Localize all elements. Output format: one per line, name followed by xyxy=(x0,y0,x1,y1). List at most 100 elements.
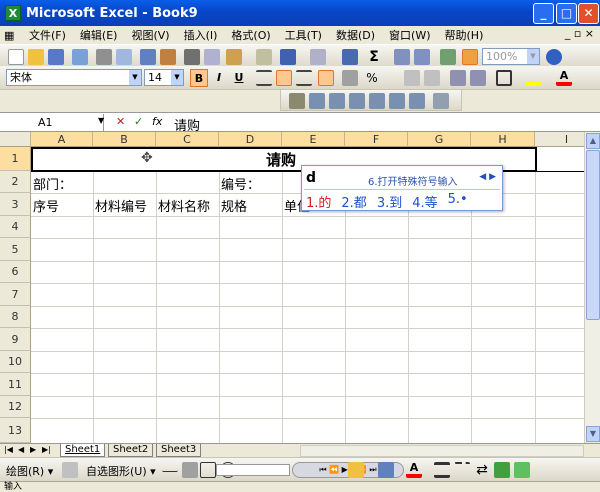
options-icon[interactable] xyxy=(433,93,449,109)
row-header-2[interactable]: 2 xyxy=(0,171,31,193)
menu-data[interactable]: 数据(D) xyxy=(329,27,382,43)
percent-icon[interactable]: % xyxy=(364,70,380,86)
row-header-6[interactable]: 6 xyxy=(0,261,31,283)
fill-color-draw-icon[interactable] xyxy=(348,462,364,478)
select-arrow-icon[interactable] xyxy=(62,462,78,478)
align-right-icon[interactable] xyxy=(296,70,312,86)
row-header-12[interactable]: 12 xyxy=(0,396,31,418)
permission-icon[interactable] xyxy=(72,49,88,65)
bold-button[interactable]: B xyxy=(190,69,208,87)
format-painter-icon[interactable] xyxy=(256,49,272,65)
scroll-thumb[interactable] xyxy=(586,150,600,320)
redo-icon[interactable] xyxy=(310,49,326,65)
next-sheet-icon[interactable]: ▶ xyxy=(30,445,36,454)
workbook-icon[interactable]: ▦ xyxy=(0,29,22,42)
shape-tool-icon-4[interactable] xyxy=(369,93,385,109)
3d-icon[interactable] xyxy=(514,462,530,478)
print-icon[interactable] xyxy=(96,49,112,65)
workbook-window-controls[interactable]: _ ▫ × xyxy=(565,27,594,40)
menu-insert[interactable]: 插入(I) xyxy=(177,27,225,43)
select-objects-icon[interactable] xyxy=(289,93,305,109)
cell-a3[interactable]: 序号 xyxy=(33,196,59,215)
ime-candidate[interactable]: 5.• xyxy=(448,192,468,211)
menu-tools[interactable]: 工具(T) xyxy=(278,27,329,43)
horizontal-scrollbar[interactable] xyxy=(300,445,584,457)
row-header-1[interactable]: 1 xyxy=(0,147,31,171)
sort-ascending-icon[interactable] xyxy=(394,49,410,65)
new-icon[interactable] xyxy=(8,49,24,65)
save-icon[interactable] xyxy=(48,49,64,65)
print-preview-icon[interactable] xyxy=(116,49,132,65)
prev-sheet-icon[interactable]: ◀ xyxy=(18,445,24,454)
menu-help[interactable]: 帮助(H) xyxy=(438,27,491,43)
row-header-5[interactable]: 5 xyxy=(0,238,31,261)
zoom-slider[interactable] xyxy=(216,464,290,476)
ime-page-nav-icon[interactable]: ◀ ▶ xyxy=(479,172,496,182)
sheet-tab-1[interactable]: Sheet1 xyxy=(60,444,106,457)
font-name-combo[interactable]: 宋体 ▼ xyxy=(6,69,142,86)
dash-style-icon[interactable] xyxy=(454,462,470,478)
draw-menu-button[interactable]: 绘图(R) ▾ xyxy=(6,463,53,479)
autoshapes-menu-button[interactable]: 自选图形(U) ▾ xyxy=(86,463,156,479)
ime-candidate[interactable]: 1.的 xyxy=(306,192,331,211)
first-sheet-icon[interactable]: |◀ xyxy=(4,445,13,454)
italic-button[interactable]: I xyxy=(210,69,228,87)
borders-icon[interactable] xyxy=(496,70,512,86)
cell-c3[interactable]: 材料名称 xyxy=(158,196,210,215)
name-box-dropdown-icon[interactable]: ▼ xyxy=(98,116,104,125)
decrease-decimal-icon[interactable] xyxy=(424,70,440,86)
row-header-3[interactable]: 3 xyxy=(0,193,31,216)
col-header-b[interactable]: B xyxy=(93,132,156,147)
enter-icon[interactable]: ✓ xyxy=(134,115,143,128)
copy-icon[interactable] xyxy=(204,49,220,65)
scroll-down-icon[interactable]: ▼ xyxy=(586,426,600,442)
shape-tool-icon-2[interactable] xyxy=(329,93,345,109)
rectangle-tool-icon[interactable] xyxy=(200,462,216,478)
cell-d2[interactable]: 编号： xyxy=(221,174,260,193)
insert-function-icon[interactable]: fx xyxy=(152,115,162,128)
open-icon[interactable] xyxy=(28,49,44,65)
col-header-e[interactable]: E xyxy=(282,132,345,147)
menu-edit[interactable]: 编辑(E) xyxy=(73,27,125,43)
align-left-icon[interactable] xyxy=(256,70,272,86)
cancel-icon[interactable]: ✕ xyxy=(116,115,125,128)
help-icon[interactable] xyxy=(546,49,562,65)
row-header-4[interactable]: 4 xyxy=(0,216,31,238)
shape-tool-icon-1[interactable] xyxy=(309,93,325,109)
menu-file[interactable]: 文件(F) xyxy=(22,27,73,43)
ime-candidate-window[interactable]: d 6.打开特殊符号输入 ◀ ▶ 1.的 2.都 3.到 4.等 5.• xyxy=(301,165,503,211)
minimize-button[interactable]: _ xyxy=(533,3,554,24)
col-header-h[interactable]: H xyxy=(471,132,535,147)
sheet-tab-3[interactable]: Sheet3 xyxy=(156,444,202,457)
col-header-d[interactable]: D xyxy=(219,132,282,147)
zoom-combo[interactable]: 100% ▼ xyxy=(482,48,540,65)
vertical-scrollbar[interactable]: ▲ ▼ xyxy=(584,132,600,443)
shape-tool-icon-6[interactable] xyxy=(409,93,425,109)
cell-d3[interactable]: 规格 xyxy=(221,196,247,215)
font-color-draw-icon[interactable]: A xyxy=(406,462,422,478)
menu-view[interactable]: 视图(V) xyxy=(124,27,176,43)
row-header-9[interactable]: 9 xyxy=(0,328,31,351)
underline-button[interactable]: U xyxy=(230,69,248,87)
ime-candidate[interactable]: 4.等 xyxy=(412,192,437,211)
cell-a2[interactable]: 部门： xyxy=(33,174,72,193)
font-color-icon[interactable]: A xyxy=(556,70,572,86)
cell-b3[interactable]: 材料编号 xyxy=(95,196,147,215)
chart-wizard-icon[interactable] xyxy=(440,49,456,65)
drawing-icon[interactable] xyxy=(462,49,478,65)
paste-icon[interactable] xyxy=(226,49,242,65)
row-header-13[interactable]: 13 xyxy=(0,418,31,443)
maximize-button[interactable]: □ xyxy=(556,3,577,24)
autosum-icon[interactable]: Σ xyxy=(366,49,382,65)
row-header-7[interactable]: 7 xyxy=(0,283,31,306)
name-box[interactable]: A1 xyxy=(0,114,104,131)
select-all-corner[interactable] xyxy=(0,132,31,147)
shape-tool-icon-3[interactable] xyxy=(349,93,365,109)
shape-tool-icon-5[interactable] xyxy=(389,93,405,109)
line-color-icon[interactable] xyxy=(378,462,394,478)
col-header-f[interactable]: F xyxy=(345,132,408,147)
menu-window[interactable]: 窗口(W) xyxy=(382,27,437,43)
last-sheet-icon[interactable]: ▶| xyxy=(42,445,51,454)
sort-descending-icon[interactable] xyxy=(414,49,430,65)
title-cell[interactable]: 请购 xyxy=(266,149,296,170)
